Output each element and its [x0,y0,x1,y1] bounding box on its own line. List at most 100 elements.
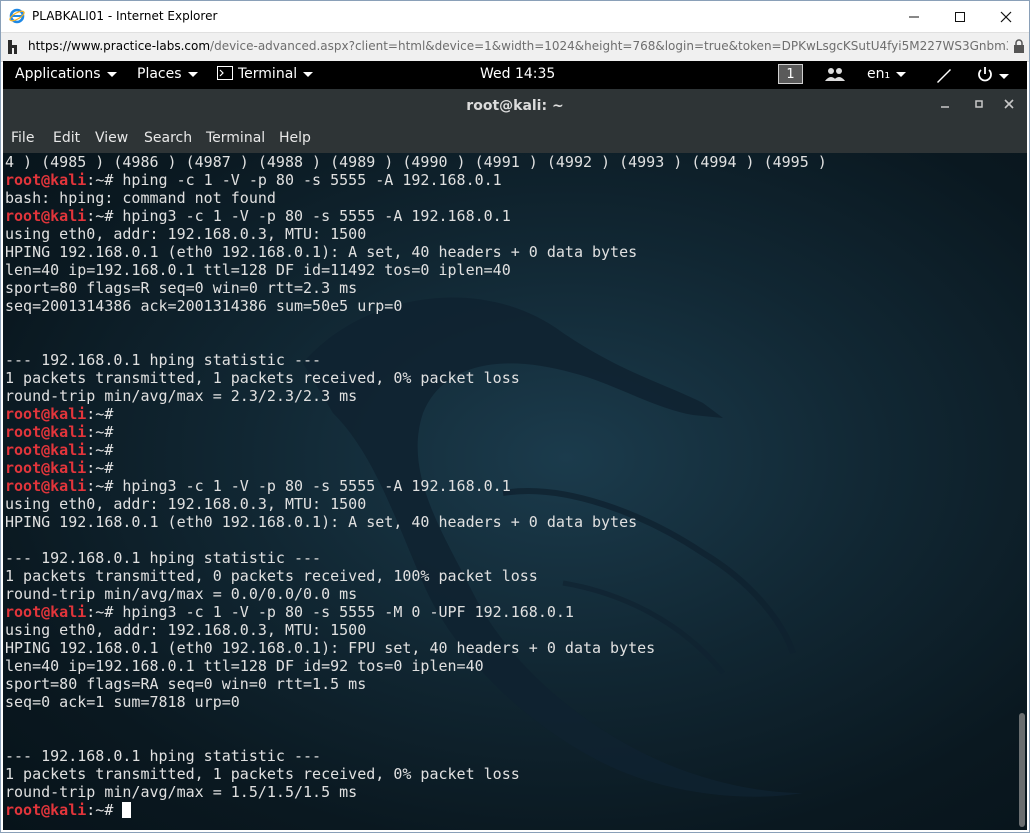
output-text: using eth0, addr: 192.168.0.3, MTU: 1500 [5,495,367,513]
output-text: sport=80 flags=RA seq=0 win=0 rtt=1.5 ms [5,675,367,693]
internet-explorer-icon [9,8,25,24]
keyboard-layout-menu[interactable]: en₁ [867,66,907,82]
terminal-line: using eth0, addr: 192.168.0.3, MTU: 1500 [5,621,827,639]
address-bar[interactable]: https://www.practice-labs.com/device-adv… [1,32,1029,62]
prompt-user: root@kali [5,459,87,477]
pen-icon [937,69,951,83]
output-text: HPING 192.168.0.1 (eth0 192.168.0.1): A … [5,243,638,261]
output-text: using eth0, addr: 192.168.0.3, MTU: 1500 [5,621,367,639]
prompt-user: root@kali [5,405,87,423]
terminal-line: root@kali:~# hping -c 1 -V -p 80 -s 5555… [5,171,827,189]
terminal-line: --- 192.168.0.1 hping statistic --- [5,747,827,765]
maximize-button[interactable] [937,1,983,32]
terminal-scrollbar[interactable] [1019,713,1025,827]
terminal-line: 1 packets transmitted, 1 packets receive… [5,369,827,387]
menu-view[interactable]: View [95,130,128,146]
workspace-indicator[interactable]: 1 [778,64,803,84]
power-icon [978,67,992,82]
output-text: round-trip min/avg/max = 2.3/2.3/2.3 ms [5,387,358,405]
lock-icon[interactable] [1013,39,1025,54]
menu-file[interactable]: File [11,130,34,146]
menu-search[interactable]: Search [144,130,192,146]
people-icon[interactable] [825,66,845,86]
menu-edit[interactable]: Edit [53,130,80,146]
menu-terminal[interactable]: Terminal [206,130,265,146]
user-group-icon [825,68,845,81]
command-text: hping3 -c 1 -V -p 80 -s 5555 -A 192.168.… [113,207,511,225]
close-icon [1000,11,1012,22]
output-text: 1 packets transmitted, 1 packets receive… [5,369,520,387]
prompt-user: root@kali [5,441,87,459]
tool-icon[interactable] [935,66,953,88]
output-text: len=40 ip=192.168.0.1 ttl=128 DF id=92 t… [5,657,484,675]
keyboard-layout-label: en₁ [867,66,891,82]
terminal-line: HPING 192.168.0.1 (eth0 192.168.0.1): A … [5,243,827,261]
applications-menu[interactable]: Applications [15,66,117,82]
terminal-title: root@kali: ~ [466,98,564,114]
output-text: 1 packets transmitted, 1 packets receive… [5,765,520,783]
window-title: PLABKALI01 - Internet Explorer [32,9,218,23]
terminal-line: seq=2001314386 ack=2001314386 sum=50e5 u… [5,297,827,315]
terminal-output: 4 ) (4985 ) (4986 ) (4987 ) (4988 ) (498… [5,153,827,819]
terminal-close-button[interactable] [1004,97,1014,113]
prompt-tail: :~# [86,801,114,819]
output-text: HPING 192.168.0.1 (eth0 192.168.0.1): FP… [5,639,656,657]
terminal-line: --- 192.168.0.1 hping statistic --- [5,351,827,369]
output-text: --- 192.168.0.1 hping statistic --- [5,549,322,567]
terminal-body[interactable]: 4 ) (4985 ) (4986 ) (4987 ) (4988 ) (498… [3,153,1027,830]
chevron-down-icon [187,71,198,77]
terminal-line: round-trip min/avg/max = 2.3/2.3/2.3 ms [5,387,827,405]
terminal-line: round-trip min/avg/max = 0.0/0.0/0.0 ms [5,585,827,603]
url-field[interactable]: https://www.practice-labs.com/device-adv… [28,39,1008,53]
terminal-maximize-button[interactable] [974,97,984,113]
chevron-down-icon [106,71,117,77]
close-button[interactable] [983,1,1029,32]
output-text: --- 192.168.0.1 hping statistic --- [5,351,322,369]
prompt-tail: :~# [86,441,114,459]
output-text: bash: hping: command not found [5,189,276,207]
output-text: HPING 192.168.0.1 (eth0 192.168.0.1): A … [5,513,638,531]
prompt-user: root@kali [5,207,87,225]
url-path: /device-advanced.aspx?client=html&device… [210,39,1008,53]
command-text: hping -c 1 -V -p 80 -s 5555 -A 192.168.0… [113,171,502,189]
output-text: sport=80 flags=R seq=0 win=0 rtt=2.3 ms [5,279,358,297]
terminal-line: seq=0 ack=1 sum=7818 urp=0 [5,693,827,711]
prompt-tail: :~# [86,171,114,189]
terminal-line: 4 ) (4985 ) (4986 ) (4987 ) (4988 ) (498… [5,153,827,171]
output-text: round-trip min/avg/max = 0.0/0.0/0.0 ms [5,585,358,603]
terminal-line: root@kali:~# hping3 -c 1 -V -p 80 -s 555… [5,603,827,621]
terminal-minimize-button[interactable] [940,97,950,113]
terminal-line: HPING 192.168.0.1 (eth0 192.168.0.1): A … [5,513,827,531]
terminal-line: 1 packets transmitted, 0 packets receive… [5,567,827,585]
prompt-user: root@kali [5,171,87,189]
chevron-down-icon [999,73,1009,79]
chevron-down-icon [896,71,907,77]
close-icon [1004,99,1014,109]
places-label: Places [137,66,182,82]
terminal-app-label: Terminal [238,66,298,82]
terminal-app-menu[interactable]: Terminal [217,66,314,82]
terminal-line: 1 packets transmitted, 1 packets receive… [5,765,827,783]
command-text [113,801,122,819]
minimize-button[interactable] [891,1,937,32]
terminal-line: using eth0, addr: 192.168.0.3, MTU: 1500 [5,495,827,513]
minimize-icon [941,106,949,108]
terminal-line: root@kali:~# [5,441,827,459]
output-text: len=40 ip=192.168.0.1 ttl=128 DF id=1149… [5,261,511,279]
output-text: seq=2001314386 ack=2001314386 sum=50e5 u… [5,297,403,315]
applications-label: Applications [15,66,101,82]
text-cursor [122,802,132,818]
clock[interactable]: Wed 14:35 [480,66,555,82]
terminal-icon [217,66,233,80]
menu-help[interactable]: Help [279,130,311,146]
places-menu[interactable]: Places [137,66,198,82]
system-menu[interactable] [977,66,1009,84]
prompt-tail: :~# [86,423,114,441]
terminal-line: root@kali:~# [5,459,827,477]
terminal-line: sport=80 flags=RA seq=0 win=0 rtt=1.5 ms [5,675,827,693]
output-text: round-trip min/avg/max = 1.5/1.5/1.5 ms [5,783,358,801]
prompt-tail: :~# [86,477,114,495]
